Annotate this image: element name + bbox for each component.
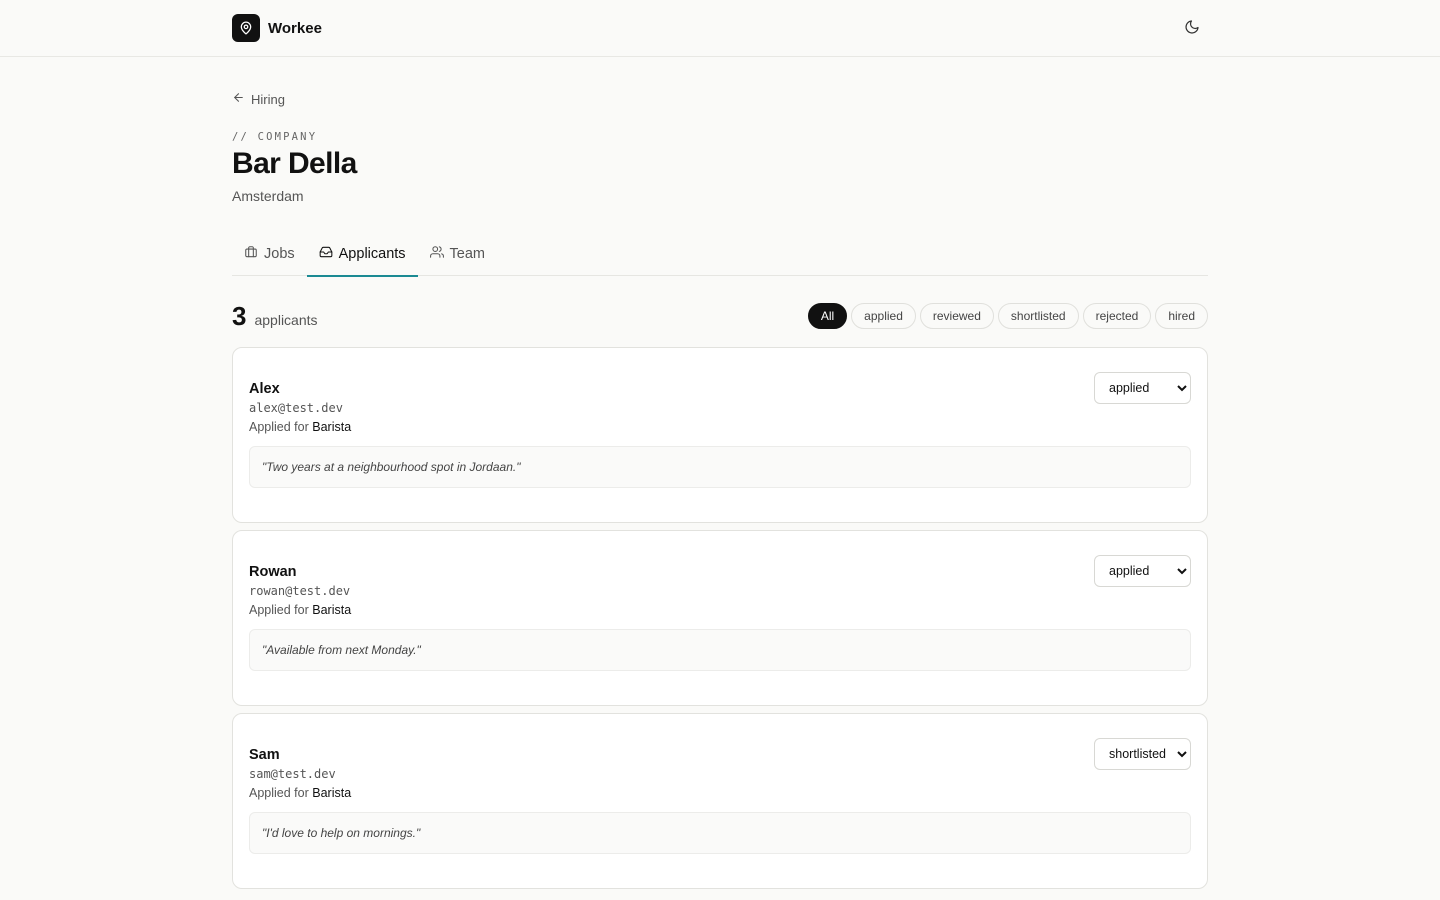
filter-chip-rejected[interactable]: rejected [1082,303,1152,329]
arrow-left-icon [232,91,245,107]
theme-toggle-button[interactable] [1178,14,1206,42]
applicant-status-select[interactable]: applied [1094,555,1191,587]
applied-for-line: Applied for Barista [249,420,351,434]
applied-job-title: Barista [312,786,352,800]
applied-for-prefix: Applied for [249,420,309,434]
applicant-count-label: applicants [254,311,318,328]
applicant-card: Sam sam@test.dev Applied for Barista sho… [232,713,1208,889]
applicant-card-header: Rowan rowan@test.dev Applied for Barista… [249,555,1191,617]
applicant-status-select[interactable]: applied [1094,372,1191,404]
applicant-email: rowan@test.dev [249,584,351,598]
applicant-email: alex@test.dev [249,401,343,415]
filter-chip-shortlisted[interactable]: shortlisted [997,303,1079,329]
applicant-count-number: 3 [232,300,247,331]
company-location: Amsterdam [232,188,304,204]
moon-icon [1184,19,1200,38]
tab-bar: Jobs Applicants Team [232,232,1208,277]
applied-job-title: Barista [312,420,352,434]
applied-job-title: Barista [312,603,352,617]
applicant-list: Alex alex@test.dev Applied for Barista a… [232,347,1208,889]
applicant-note: "I'd love to help on mornings." [249,812,1191,854]
applicant-card-header: Alex alex@test.dev Applied for Barista a… [249,372,1191,434]
applicants-summary: 3 applicants All applied reviewed shortl… [232,301,1208,332]
applicant-count: 3 applicants [232,301,318,332]
page-title: Bar Della [232,147,357,180]
applied-for-line: Applied for Barista [249,603,351,617]
tab-applicants[interactable]: Applicants [306,232,418,277]
applicant-card: Rowan rowan@test.dev Applied for Barista… [232,530,1208,706]
filter-chip-reviewed[interactable]: reviewed [919,303,994,329]
applicant-info: Alex alex@test.dev Applied for Barista [249,381,351,434]
applicant-note: "Available from next Monday." [249,629,1191,671]
tab-label: Team [449,246,486,262]
tab-team[interactable]: Team [418,232,497,276]
filter-chip-all[interactable]: All [807,303,848,329]
applied-for-line: Applied for Barista [249,786,351,800]
main-content: Hiring // COMPANY Bar Della Amsterdam Jo… [232,57,1208,889]
applicant-email: sam@test.dev [249,767,336,781]
back-to-hiring-link[interactable]: Hiring [232,91,285,107]
filter-chip-hired[interactable]: hired [1155,303,1208,329]
users-icon [429,245,444,263]
applicant-card: Alex alex@test.dev Applied for Barista a… [232,347,1208,523]
filter-chip-applied[interactable]: applied [851,303,916,329]
briefcase-icon [244,245,258,263]
status-filter-group: All applied reviewed shortlisted rejecte… [807,303,1208,329]
tab-jobs[interactable]: Jobs [232,232,307,276]
applicant-info: Sam sam@test.dev Applied for Barista [249,747,351,800]
applicant-note: "Two years at a neighbourhood spot in Jo… [249,446,1191,488]
top-bar-inner: Workee [232,0,1208,56]
section-eyebrow: // COMPANY [232,131,318,143]
brand-name: Workee [268,19,322,37]
applicant-card-header: Sam sam@test.dev Applied for Barista sho… [249,738,1191,800]
tab-label: Applicants [338,246,406,262]
applied-for-prefix: Applied for [249,603,309,617]
inbox-icon [319,245,333,263]
applicant-name: Rowan [249,564,297,580]
map-pin-icon [232,14,260,42]
brand-link[interactable]: Workee [232,14,322,42]
top-bar: Workee [0,0,1440,57]
applicant-status-select[interactable]: shortlisted [1094,738,1191,770]
applicant-name: Alex [249,381,280,397]
applicant-name: Sam [249,747,280,763]
applied-for-prefix: Applied for [249,786,309,800]
tab-label: Jobs [264,246,295,262]
applicant-info: Rowan rowan@test.dev Applied for Barista [249,564,351,617]
back-link-label: Hiring [251,91,285,107]
